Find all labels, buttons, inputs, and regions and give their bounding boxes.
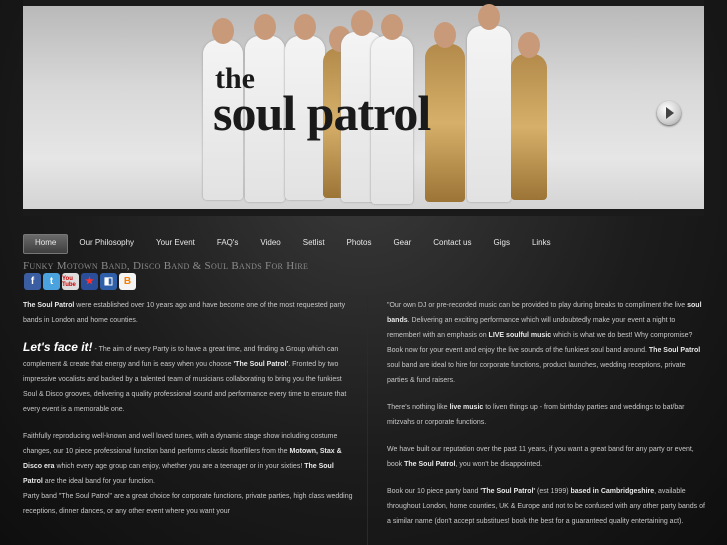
main-nav: Home Our Philosophy Your Event FAQ's Vid… (23, 234, 562, 254)
band-member (425, 22, 465, 202)
banner-bottom-border (23, 209, 704, 216)
nav-faqs[interactable]: FAQ's (206, 234, 250, 254)
band-member (511, 32, 547, 200)
nav-setlist[interactable]: Setlist (292, 234, 336, 254)
column-divider (367, 298, 368, 545)
band-logo: the soul patrol (213, 64, 431, 141)
social-links: f t You Tube ★ ◧ B (24, 273, 136, 290)
party-band-paragraph: Party band "The Soul Patrol" are a great… (23, 493, 353, 515)
dj-paragraph: "Our own DJ or pre-recorded music can be… (387, 302, 702, 384)
nav-our-philosophy[interactable]: Our Philosophy (68, 234, 145, 254)
lets-face-it-paragraph: Let's face it! - The aim of every Party … (23, 340, 347, 413)
twitter-icon[interactable]: t (43, 273, 60, 290)
nav-photos[interactable]: Photos (336, 234, 383, 254)
nav-home[interactable]: Home (23, 234, 69, 254)
page-tagline: Funky Motown Band, Disco Band & Soul Ban… (23, 260, 309, 272)
delicious-icon[interactable]: ◧ (100, 273, 117, 290)
band-photo: the soul patrol (23, 4, 704, 209)
myspace-icon[interactable]: ★ (81, 273, 98, 290)
booking-paragraph: Book our 10 piece party band 'The Soul P… (387, 488, 705, 525)
nav-contact-us[interactable]: Contact us (422, 234, 482, 254)
nav-your-event[interactable]: Your Event (145, 234, 206, 254)
youtube-icon[interactable]: You Tube (62, 273, 79, 290)
band-member (467, 4, 511, 202)
facebook-icon[interactable]: f (24, 273, 41, 290)
header-banner: the soul patrol (23, 0, 704, 216)
nav-video[interactable]: Video (249, 234, 291, 254)
lead-heading: Let's face it! (23, 340, 93, 354)
intro-paragraph: The Soul Patrol were established over 10… (23, 302, 346, 324)
logo-soul-patrol: soul patrol (213, 84, 431, 141)
nav-gigs[interactable]: Gigs (483, 234, 521, 254)
nav-links[interactable]: Links (521, 234, 562, 254)
left-content-column: The Soul Patrol were established over 10… (23, 298, 353, 531)
blogger-icon[interactable]: B (119, 273, 136, 290)
nav-gear[interactable]: Gear (382, 234, 422, 254)
right-content-column: "Our own DJ or pre-recorded music can be… (387, 298, 707, 541)
repertoire-paragraph: Faithfully reproducing well-known and we… (23, 433, 342, 485)
reputation-paragraph: We have built our reputation over the pa… (387, 446, 694, 468)
live-music-paragraph: There's nothing like live music to liven… (387, 404, 685, 426)
slideshow-next-icon[interactable] (657, 101, 681, 125)
